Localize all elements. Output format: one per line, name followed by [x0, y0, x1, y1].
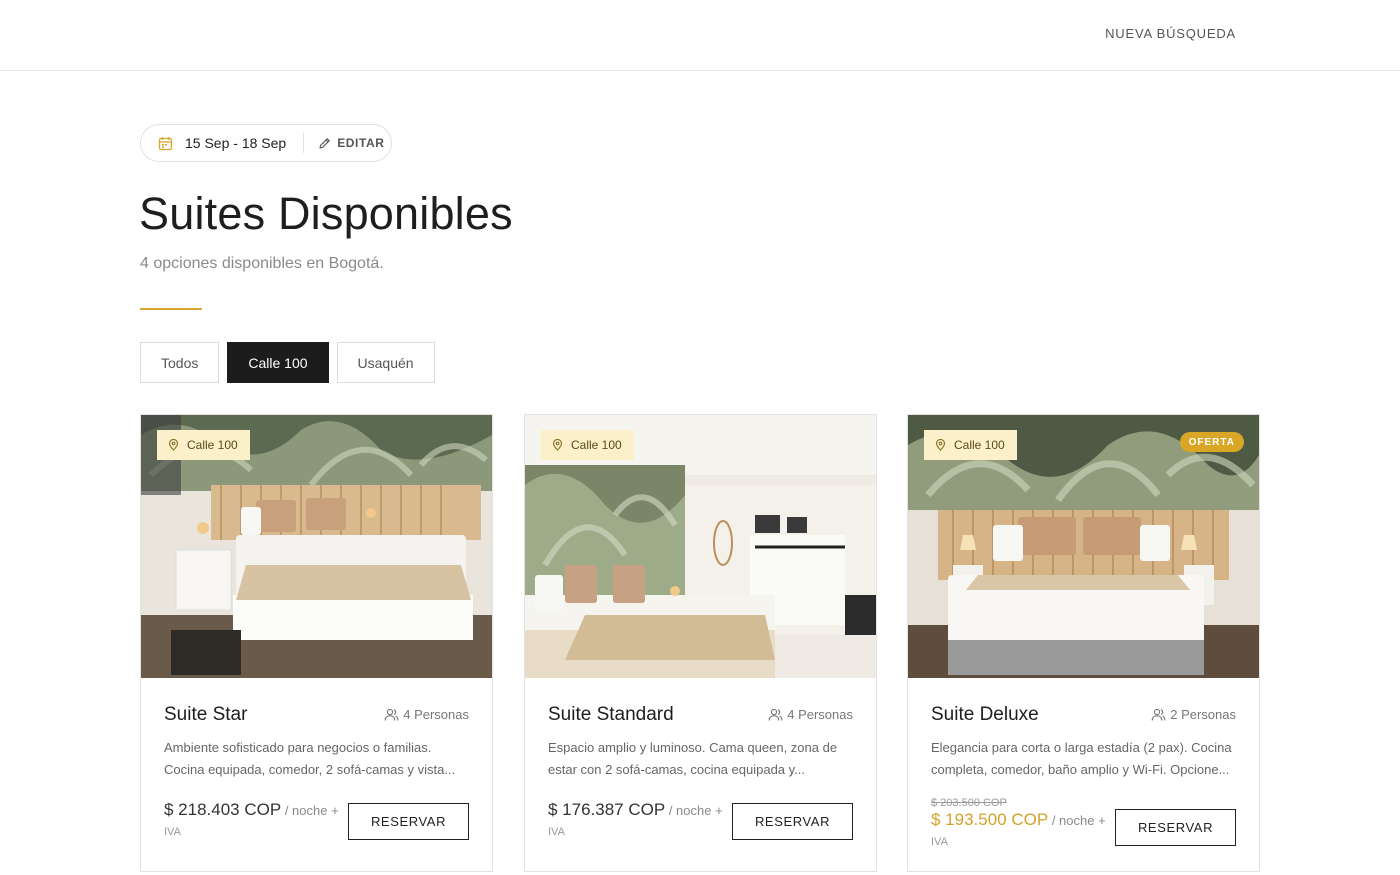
- date-range-text: 15 Sep - 18 Sep: [185, 135, 287, 151]
- map-pin-icon: [552, 439, 563, 451]
- original-price: $ 203.500 COP: [931, 797, 1007, 809]
- location-badge-label: Calle 100: [571, 438, 622, 452]
- suite-name: Suite Star: [164, 704, 248, 725]
- suite-photo: Calle 100: [525, 415, 876, 678]
- filter-usaquen[interactable]: Usaquén: [336, 342, 435, 383]
- people-icon: [384, 708, 399, 722]
- page-subtitle: 4 opciones disponibles en Bogotá.: [140, 255, 384, 272]
- capacity-label: 2 Personas: [1170, 707, 1236, 722]
- suite-description: Elegancia para corta o larga estadía (2 …: [931, 740, 1232, 777]
- price-amount: $ 193.500 COP: [931, 810, 1049, 829]
- people-icon: [768, 708, 783, 722]
- suite-card-body: Suite Standard 4 Personas Espacio amplio…: [525, 678, 876, 871]
- pill-divider: [303, 133, 305, 153]
- people-icon: [1151, 708, 1166, 722]
- offer-badge: OFERTA: [1179, 432, 1244, 452]
- suite-card: Calle 100 Suite Star 4 Personas Ambiente…: [140, 414, 493, 872]
- location-badge: Calle 100: [541, 430, 634, 460]
- suite-description: Espacio amplio y luminoso. Cama queen, z…: [548, 740, 838, 777]
- suite-name: Suite Deluxe: [931, 704, 1039, 725]
- location-filters: Todos Calle 100 Usaquén: [140, 342, 435, 383]
- date-range-pill: 15 Sep - 18 Sep EDITAR: [140, 124, 392, 162]
- edit-label: EDITAR: [337, 136, 385, 150]
- suite-card: Calle 100 OFERTA Suite Deluxe 2 Personas…: [907, 414, 1260, 872]
- capacity-label: 4 Personas: [403, 707, 469, 722]
- edit-dates-button[interactable]: EDITAR: [318, 136, 384, 150]
- page-title: Suites Disponibles: [139, 188, 513, 239]
- map-pin-icon: [935, 439, 946, 451]
- filter-calle-100[interactable]: Calle 100: [227, 342, 329, 383]
- top-bar: NUEVA BÚSQUEDA: [0, 0, 1400, 71]
- map-pin-icon: [168, 439, 179, 451]
- accent-divider: [140, 308, 202, 310]
- calendar-icon: [158, 136, 173, 151]
- capacity: 4 Personas: [384, 707, 469, 722]
- location-badge-label: Calle 100: [187, 438, 238, 452]
- location-badge: Calle 100: [924, 430, 1017, 460]
- location-badge: Calle 100: [157, 430, 250, 460]
- reserve-button[interactable]: RESERVAR: [348, 803, 469, 840]
- suite-description: Ambiente sofisticado para negocios o fam…: [164, 740, 456, 777]
- reserve-button[interactable]: RESERVAR: [732, 803, 853, 840]
- capacity: 2 Personas: [1151, 707, 1236, 722]
- suite-card: Calle 100 Suite Standard 4 Personas Espa…: [524, 414, 877, 872]
- price-amount: $ 218.403 COP: [164, 800, 282, 819]
- price-amount: $ 176.387 COP: [548, 800, 666, 819]
- per-night-label: / noche +: [665, 803, 723, 818]
- pencil-icon: [318, 137, 331, 150]
- reserve-button[interactable]: RESERVAR: [1115, 809, 1236, 846]
- filter-todos[interactable]: Todos: [140, 342, 220, 383]
- suite-card-body: Suite Star 4 Personas Ambiente sofistica…: [141, 678, 492, 871]
- suite-name: Suite Standard: [548, 704, 674, 725]
- per-night-label: / noche +: [281, 803, 339, 818]
- per-night-label: / noche +: [1048, 813, 1106, 828]
- location-badge-label: Calle 100: [954, 438, 1005, 452]
- new-search-link[interactable]: NUEVA BÚSQUEDA: [1105, 26, 1236, 41]
- suite-photo: Calle 100 OFERTA: [908, 415, 1259, 678]
- capacity-label: 4 Personas: [787, 707, 853, 722]
- capacity: 4 Personas: [768, 707, 853, 722]
- suite-photo: Calle 100: [141, 415, 492, 678]
- suite-card-body: Suite Deluxe 2 Personas Elegancia para c…: [908, 678, 1259, 871]
